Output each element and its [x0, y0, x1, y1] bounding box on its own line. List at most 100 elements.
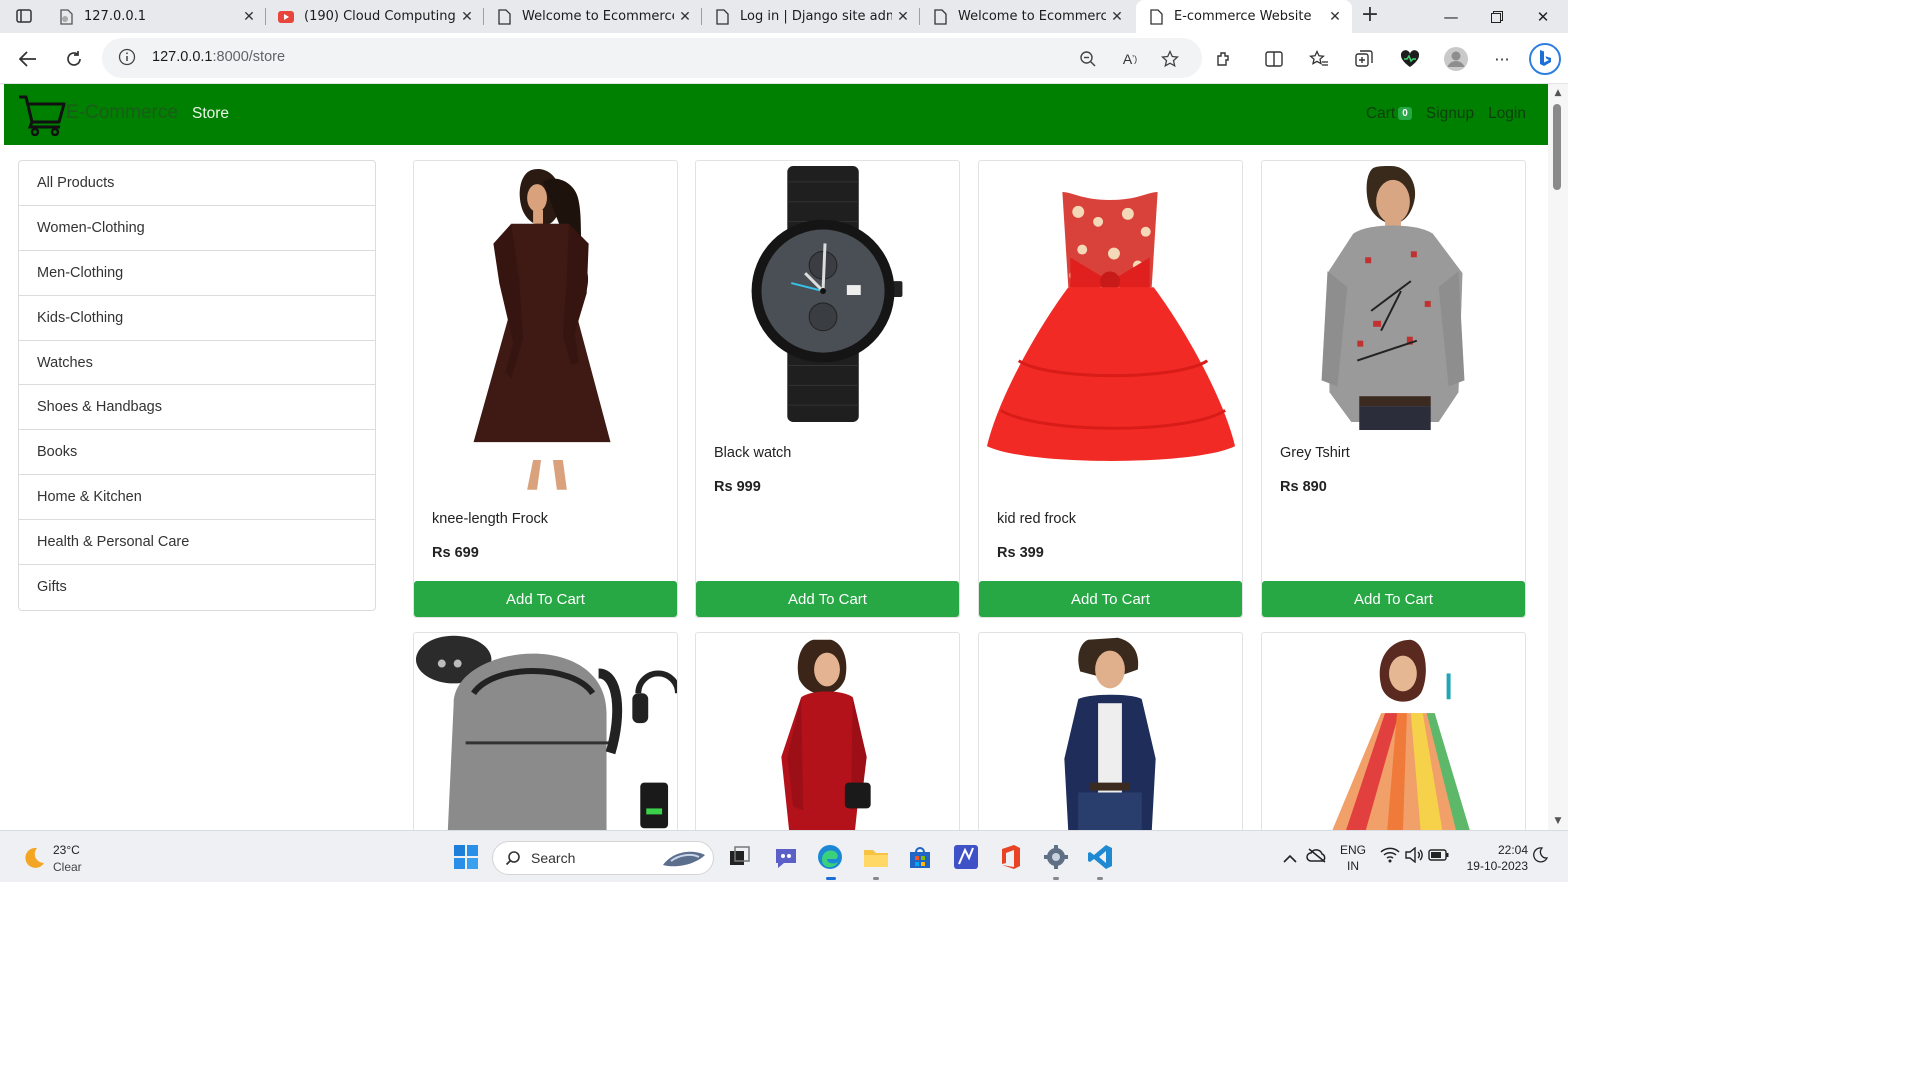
- close-icon[interactable]: ✕: [892, 9, 914, 25]
- signup-link[interactable]: Signup: [1426, 105, 1474, 123]
- product-card: kid red frock Rs 399 Add To Cart: [978, 160, 1243, 618]
- vscode-icon[interactable]: [1086, 843, 1114, 871]
- language-indicator-top[interactable]: ENG: [1338, 843, 1368, 857]
- edge-browser-icon[interactable]: [816, 843, 844, 871]
- product-image-backpack[interactable]: [414, 633, 677, 830]
- page-scrollbar[interactable]: ▲ ▼: [1548, 84, 1568, 830]
- category-list: All Products Women-Clothing Men-Clothing…: [18, 160, 376, 611]
- product-image-kid-frock[interactable]: [979, 161, 1242, 491]
- product-image-watch[interactable]: [696, 161, 959, 431]
- onedrive-offline-icon[interactable]: [1306, 847, 1330, 867]
- math-app-icon[interactable]: [952, 843, 980, 871]
- settings-gear-icon[interactable]: [1042, 843, 1070, 871]
- close-icon[interactable]: ✕: [1106, 9, 1128, 25]
- nav-store-link[interactable]: Store: [192, 105, 229, 123]
- clock-date[interactable]: 19-10-2023: [1458, 859, 1528, 873]
- restore-icon[interactable]: [1474, 0, 1520, 33]
- scroll-down-arrow-icon[interactable]: ▼: [1552, 816, 1564, 826]
- read-aloud-icon[interactable]: A ʼ): [1116, 45, 1144, 73]
- file-explorer-icon[interactable]: [862, 843, 890, 871]
- browser-essentials-icon[interactable]: [1396, 45, 1424, 73]
- shopping-cart-logo-icon[interactable]: [18, 94, 66, 137]
- wifi-icon[interactable]: [1380, 847, 1400, 867]
- category-shoes-handbags[interactable]: Shoes & Handbags: [19, 385, 375, 431]
- volume-icon[interactable]: [1404, 846, 1424, 867]
- product-image-frock[interactable]: [414, 161, 677, 491]
- browser-tab[interactable]: (190) Cloud Computing || W ✕: [266, 0, 484, 33]
- close-icon[interactable]: ✕: [238, 9, 260, 25]
- favorite-star-icon[interactable]: [1156, 45, 1184, 73]
- add-to-cart-button[interactable]: Add To Cart: [1262, 581, 1525, 617]
- close-icon[interactable]: ✕: [674, 9, 696, 25]
- language-indicator-bottom[interactable]: IN: [1338, 859, 1368, 873]
- product-name[interactable]: Grey Tshirt: [1280, 445, 1350, 461]
- brand-name[interactable]: E-Commerce: [66, 102, 178, 124]
- close-window-icon[interactable]: ✕: [1520, 0, 1566, 33]
- scroll-up-arrow-icon[interactable]: ▲: [1552, 88, 1564, 98]
- battery-icon[interactable]: [1428, 847, 1452, 867]
- add-to-cart-button[interactable]: Add To Cart: [414, 581, 677, 617]
- product-image-kid-jacket[interactable]: [979, 633, 1242, 830]
- taskbar-search-box[interactable]: Search: [492, 841, 714, 875]
- product-name[interactable]: knee-length Frock: [432, 511, 548, 527]
- add-to-cart-button[interactable]: Add To Cart: [696, 581, 959, 617]
- category-kids-clothing[interactable]: Kids-Clothing: [19, 296, 375, 341]
- back-icon[interactable]: [14, 45, 42, 73]
- category-health-personal-care[interactable]: Health & Personal Care: [19, 520, 375, 566]
- category-all-products[interactable]: All Products: [19, 161, 375, 206]
- product-image-rainbow-dress[interactable]: [1262, 633, 1525, 830]
- product-name[interactable]: kid red frock: [997, 511, 1076, 527]
- browser-tab[interactable]: Welcome to Ecommerce We ✕: [920, 0, 1134, 33]
- zoom-out-icon[interactable]: [1074, 45, 1102, 73]
- weather-temperature[interactable]: 23°C: [53, 843, 80, 857]
- refresh-icon[interactable]: [60, 45, 88, 73]
- office-icon[interactable]: [996, 843, 1024, 871]
- minimize-icon[interactable]: —: [1428, 0, 1474, 33]
- browser-tab-active[interactable]: E-commerce Website ✕: [1136, 0, 1352, 33]
- page-icon: [496, 8, 512, 25]
- product-image-red-dress[interactable]: [696, 633, 959, 830]
- scroll-thumb[interactable]: [1553, 104, 1561, 190]
- bing-copilot-icon[interactable]: [1528, 42, 1562, 76]
- category-women-clothing[interactable]: Women-Clothing: [19, 206, 375, 251]
- teams-chat-icon[interactable]: [772, 843, 800, 871]
- chevron-up-icon[interactable]: [1282, 849, 1302, 867]
- cart-label: Cart: [1365, 105, 1396, 122]
- tab-actions-icon[interactable]: [12, 6, 36, 26]
- info-icon[interactable]: [118, 48, 138, 68]
- page-icon: [714, 8, 730, 25]
- close-icon[interactable]: ✕: [1324, 9, 1346, 25]
- cart-link[interactable]: Cart 0: [1366, 105, 1412, 123]
- notification-moon-icon[interactable]: [1532, 847, 1552, 867]
- weather-condition[interactable]: Clear: [53, 860, 82, 874]
- running-app-indicator: [1053, 877, 1059, 880]
- favorites-icon[interactable]: [1305, 45, 1333, 73]
- category-books[interactable]: Books: [19, 430, 375, 476]
- extensions-icon[interactable]: [1210, 45, 1238, 73]
- browser-tab[interactable]: Welcome to Ecommerce We ✕: [484, 0, 702, 33]
- tab-title: Log in | Django site admin: [740, 9, 892, 24]
- category-men-clothing[interactable]: Men-Clothing: [19, 251, 375, 296]
- profile-avatar[interactable]: [1442, 45, 1470, 73]
- login-link[interactable]: Login: [1488, 105, 1526, 123]
- new-tab-icon[interactable]: +: [1356, 4, 1384, 28]
- browser-tab[interactable]: 127.0.0.1 ✕: [46, 0, 266, 33]
- windows-start-icon[interactable]: [452, 843, 480, 871]
- product-image-tshirt[interactable]: [1262, 161, 1525, 431]
- browser-tab[interactable]: Log in | Django site admin ✕: [702, 0, 920, 33]
- close-icon[interactable]: ✕: [456, 9, 478, 25]
- collections-icon[interactable]: [1350, 45, 1378, 73]
- moon-weather-icon[interactable]: [20, 845, 46, 871]
- microsoft-store-icon[interactable]: [906, 843, 934, 871]
- split-screen-icon[interactable]: [1260, 45, 1288, 73]
- windows-taskbar: 23°C Clear Search ENG IN 22:04 19-10-202…: [0, 830, 1568, 882]
- product-name[interactable]: Black watch: [714, 445, 791, 461]
- category-watches[interactable]: Watches: [19, 341, 375, 386]
- add-to-cart-button[interactable]: Add To Cart: [979, 581, 1242, 617]
- more-options-icon[interactable]: ···: [1488, 45, 1516, 73]
- category-home-kitchen[interactable]: Home & Kitchen: [19, 475, 375, 521]
- category-gifts[interactable]: Gifts: [19, 565, 375, 610]
- clock-time[interactable]: 22:04: [1462, 843, 1528, 857]
- task-view-icon[interactable]: [726, 843, 754, 871]
- address-bar[interactable]: 127.0.0.1:8000/store: [102, 38, 1202, 78]
